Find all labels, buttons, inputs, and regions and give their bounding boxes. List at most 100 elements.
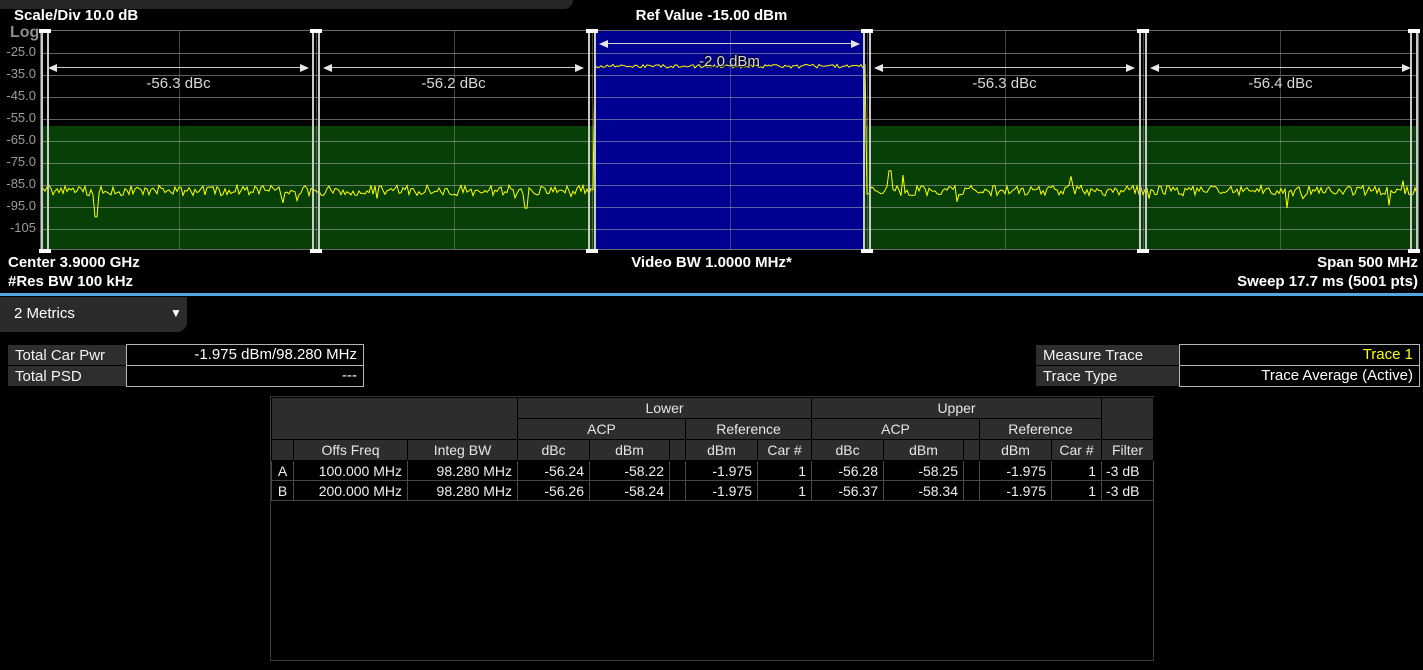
arrow-line [606,43,853,44]
total-psd-row: Total PSD --- [8,366,364,387]
subgroup-reference-lower: Reference [686,419,812,440]
chevron-down-icon: ▼ [170,297,182,330]
acp-table-row: A100.000 MHz98.280 MHz-56.24-58.22 -1.975… [272,461,1154,481]
column-header-dbc: dBc [812,440,884,461]
blank-corner-cell [272,398,518,440]
trace-type-row: Trace Type Trace Average (Active) [1036,366,1420,387]
column-header-spacer [272,440,294,461]
measure-trace-value[interactable]: Trace 1 [1179,344,1420,366]
acp-value-cell: -1.975 [980,461,1052,481]
y-axis: -25.0-35.0-45.0-55.0-65.0-75.0-85.0-95.0… [0,30,37,250]
adjacent-channel-arrow [874,64,1135,72]
y-axis-label: -95.0 [0,198,36,213]
arrowhead-left-icon [1150,64,1159,72]
total-car-pwr-label: Total Car Pwr [8,345,126,365]
trace-type-label: Trace Type [1036,366,1179,386]
ref-value-setting[interactable]: Ref Value -15.00 dBm [0,7,1423,24]
acp-value-cell [964,461,980,481]
acp-value-cell: -56.24 [518,461,590,481]
adjacent-channel-power-label: -56.2 dBc [316,75,591,92]
acp-value-cell: -56.26 [518,481,590,501]
group-header-upper: Upper [812,398,1102,419]
acp-value-cell: -1.975 [686,461,758,481]
arrowhead-right-icon [575,64,584,72]
acp-value-cell: -58.24 [590,481,670,501]
y-axis-label: -25.0 [0,44,36,59]
column-header-car-: Car # [1052,440,1102,461]
acp-value-cell: -58.34 [884,481,964,501]
total-car-pwr-value: -1.975 dBm/98.280 MHz [126,344,364,366]
acp-value-cell [964,481,980,501]
arrow-line [1157,67,1404,68]
acp-value-cell: 200.000 MHz [294,481,408,501]
column-header-dbm: dBm [590,440,670,461]
acp-value-cell: -58.22 [590,461,670,481]
acp-value-cell: 1 [1052,461,1102,481]
adjacent-channel-power-label: -56.3 dBc [867,75,1142,92]
arrowhead-left-icon [323,64,332,72]
acp-value-cell: 100.000 MHz [294,461,408,481]
sweep-setting[interactable]: Sweep 17.7 ms (5001 pts) [1237,273,1418,290]
gate-line [41,31,43,251]
channel-gate-marker [312,31,320,251]
gate-line [318,31,320,251]
column-header-filter: Filter [1102,440,1154,461]
acp-value-cell: 1 [758,461,812,481]
gate-line [1416,31,1418,251]
trace-type-value[interactable]: Trace Average (Active) [1179,365,1420,387]
column-header-integ-bw: Integ BW [408,440,518,461]
subgroup-acp-upper: ACP [812,419,980,440]
acp-row-id-cell: B [272,481,294,501]
acp-row-id-cell: A [272,461,294,481]
arrowhead-right-icon [1126,64,1135,72]
metrics-dropdown-label: 2 Metrics [14,297,75,330]
acp-value-cell: -1.975 [980,481,1052,501]
acp-filter-cell: -3 dB [1102,461,1154,481]
carrier-power-arrow [599,40,860,48]
total-car-pwr-row: Total Car Pwr -1.975 dBm/98.280 MHz [8,345,364,366]
column-header-dbm: dBm [686,440,758,461]
adjacent-channel-arrow [323,64,584,72]
metrics-dropdown[interactable]: 2 Metrics ▼ [0,297,187,332]
arrowhead-right-icon [300,64,309,72]
acp-value-cell: 98.280 MHz [408,461,518,481]
acp-value-cell: -56.28 [812,461,884,481]
acp-results-panel: Lower Upper ACP Reference ACP Reference … [270,396,1154,661]
arrowhead-left-icon [874,64,883,72]
y-axis-label: -85.0 [0,176,36,191]
y-axis-label: -65.0 [0,132,36,147]
group-header-row: Lower Upper [272,398,1154,419]
window-separator-line [0,293,1423,296]
column-header-row: Offs FreqInteg BWdBcdBmdBmCar #dBcdBmdBm… [272,440,1154,461]
y-axis-label: -45.0 [0,88,36,103]
column-header-spacer [964,440,980,461]
acp-results-table: Lower Upper ACP Reference ACP Reference … [271,397,1154,501]
gate-line [588,31,590,251]
adjacent-channel-power-label: -56.3 dBc [41,75,316,92]
total-psd-label: Total PSD [8,366,126,386]
column-header-offs-freq: Offs Freq [294,440,408,461]
carrier-summary-panel: Total Car Pwr -1.975 dBm/98.280 MHz Tota… [8,345,364,387]
adjacent-channel-arrow [48,64,309,72]
span-setting[interactable]: Span 500 MHz [1317,254,1418,271]
column-header-dbc: dBc [518,440,590,461]
channel-gate-marker [1139,31,1147,251]
column-header-car-: Car # [758,440,812,461]
arrowhead-right-icon [851,40,860,48]
adjacent-channel-arrow [1150,64,1411,72]
gate-line [1139,31,1141,251]
y-axis-label: -105 [0,220,36,235]
acp-value-cell: 98.280 MHz [408,481,518,501]
arrow-line [881,67,1128,68]
gate-line [869,31,871,251]
acp-value-cell: -58.25 [884,461,964,481]
acp-value-cell [670,481,686,501]
arrow-line [330,67,577,68]
column-header-dbm: dBm [884,440,964,461]
channel-gate-marker [1410,31,1418,251]
res-bw-setting[interactable]: #Res BW 100 kHz [8,273,133,290]
column-header-dbm: dBm [980,440,1052,461]
subgroup-reference-upper: Reference [980,419,1102,440]
video-bw-setting[interactable]: Video BW 1.0000 MHz* [0,254,1423,271]
carrier-power-label: -2.0 dBm [592,53,867,70]
